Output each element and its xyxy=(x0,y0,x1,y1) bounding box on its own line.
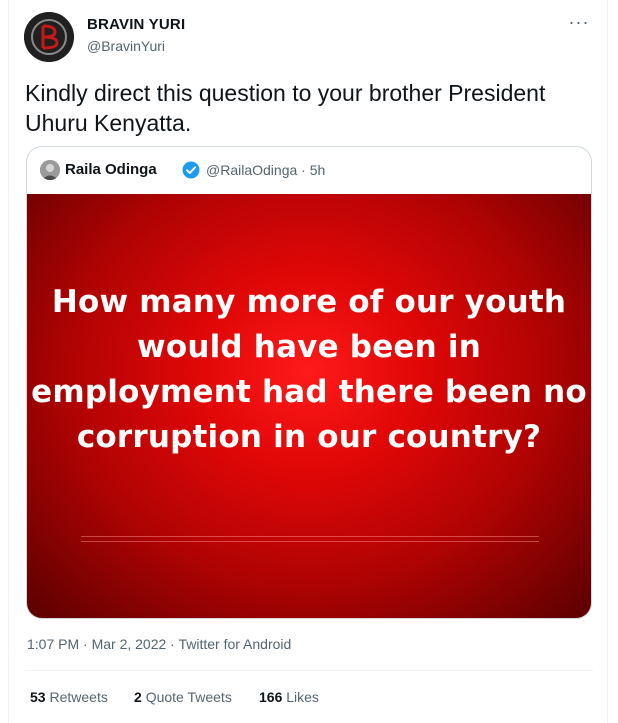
stat-count: 2 xyxy=(134,689,142,705)
stat-count: 166 xyxy=(259,689,283,705)
stat-label: Quote Tweets xyxy=(145,689,232,705)
author-handle[interactable]: @BravinYuri xyxy=(87,38,165,54)
decorative-line xyxy=(81,536,539,537)
tweet-text: Kindly direct this question to your brot… xyxy=(25,80,546,136)
stat-label: Likes xyxy=(286,689,319,705)
likes-stat[interactable]: 166 Likes xyxy=(259,689,319,705)
decorative-line xyxy=(81,541,539,542)
image-text-line: corruption in our country? xyxy=(76,419,542,455)
divider xyxy=(25,670,593,671)
author-name[interactable]: BRAVIN YURI xyxy=(87,16,185,33)
retweets-stat[interactable]: 53 Retweets xyxy=(30,689,108,705)
quoted-author-name: Raila Odinga xyxy=(65,161,157,178)
image-text-line: How many more of our youth xyxy=(51,284,567,320)
more-horizontal-icon[interactable]: ··· xyxy=(567,13,591,35)
quoted-image-text: How many more of our youth would have be… xyxy=(27,280,591,460)
quoted-image[interactable]: How many more of our youth would have be… xyxy=(27,194,591,618)
quoted-handle-time: @RailaOdinga · 5h xyxy=(206,162,326,178)
quoted-tweet[interactable]: Raila Odinga @RailaOdinga · 5h How many … xyxy=(26,146,592,619)
author-avatar[interactable] xyxy=(24,12,74,62)
verified-badge-icon xyxy=(182,161,200,179)
quoted-author-avatar xyxy=(40,160,60,180)
stat-count: 53 xyxy=(30,689,46,705)
image-text-line: employment had there been no xyxy=(31,374,587,410)
tweet-timestamp-source[interactable]: 1:07 PM · Mar 2, 2022 · Twitter for Andr… xyxy=(27,636,291,652)
image-text-line: would have been in xyxy=(136,329,482,365)
quote-tweets-stat[interactable]: 2 Quote Tweets xyxy=(134,689,232,705)
stat-label: Retweets xyxy=(49,689,108,705)
